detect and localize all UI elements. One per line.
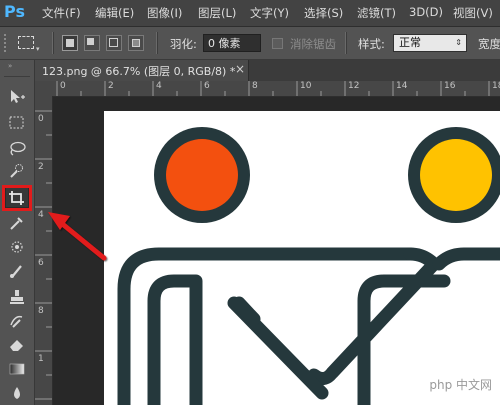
hruler-label: 12 xyxy=(348,81,360,91)
feather-label: 羽化: xyxy=(170,37,197,51)
horizontal-ruler-ticks xyxy=(56,81,490,96)
red-arrow-annotation xyxy=(48,212,107,261)
quick-select-icon xyxy=(10,164,23,178)
document-canvas[interactable]: php 中文网 xyxy=(104,111,500,405)
hruler-label: 4 xyxy=(156,81,162,91)
style-select[interactable]: 正常 ⇕ xyxy=(393,34,467,52)
options-separator xyxy=(156,32,158,54)
hruler-label: 14 xyxy=(396,81,408,91)
menu-edit[interactable]: 编辑(E) xyxy=(95,5,134,21)
menu-image[interactable]: 图像(I) xyxy=(147,5,182,21)
quick-select-tool[interactable] xyxy=(5,160,29,182)
menu-layer[interactable]: 图层(L) xyxy=(198,5,236,21)
menu-3d[interactable]: 3D(D) xyxy=(409,5,443,19)
right-head-fill xyxy=(420,139,492,211)
eyedropper-tool[interactable] xyxy=(5,212,29,234)
style-select-value: 正常 xyxy=(399,36,421,49)
feather-input[interactable]: 0 像素 xyxy=(203,34,261,52)
add-selection-icon[interactable] xyxy=(84,35,100,51)
blur-tool[interactable] xyxy=(5,382,29,404)
width-label: 宽度 xyxy=(478,37,500,51)
brush-tool[interactable] xyxy=(5,260,29,282)
stamp-icon xyxy=(10,290,24,304)
history-brush-tool[interactable] xyxy=(5,310,29,332)
toolbar-grip xyxy=(4,76,30,77)
subtract-selection-icon[interactable] xyxy=(106,35,122,51)
style-label: 样式: xyxy=(358,37,385,51)
document-tab-title: 123.png @ 66.7% (图层 0, RGB/8) * xyxy=(42,65,236,78)
vruler-label: 2 xyxy=(38,162,44,172)
options-grip-icon xyxy=(4,34,8,52)
menu-filter[interactable]: 滤镜(T) xyxy=(357,5,396,21)
eraser-tool[interactable] xyxy=(5,334,29,356)
antialias-label: 消除锯齿 xyxy=(290,37,336,51)
hruler-label: 2 xyxy=(108,81,114,91)
photoshop-logo: Ps xyxy=(4,2,25,21)
gradient-tool[interactable] xyxy=(5,358,29,380)
menu-select[interactable]: 选择(S) xyxy=(304,5,343,21)
antialias-checkbox[interactable] xyxy=(272,38,283,49)
hruler-label: 16 xyxy=(444,81,456,91)
hruler-label: 8 xyxy=(252,81,258,91)
left-head-fill xyxy=(166,139,238,211)
hruler-label: 18 xyxy=(492,81,500,91)
menu-type[interactable]: 文字(Y) xyxy=(250,5,289,21)
preset-dropdown-icon[interactable]: ▾ xyxy=(36,45,40,53)
eyedropper-icon xyxy=(10,217,23,230)
move-icon xyxy=(11,90,25,103)
toolbar-collapse-icon[interactable]: » xyxy=(8,62,13,70)
marquee-icon xyxy=(9,116,24,129)
crop-tool-highlight-box xyxy=(2,185,32,211)
menu-file[interactable]: 文件(F) xyxy=(42,5,81,21)
hruler-label: 10 xyxy=(300,81,312,91)
options-separator xyxy=(345,32,347,54)
healing-icon xyxy=(11,241,23,253)
watermark-text: php 中文网 xyxy=(429,378,492,392)
select-arrows-icon: ⇕ xyxy=(455,38,462,47)
ruler-origin[interactable] xyxy=(35,81,52,96)
healing-tool[interactable] xyxy=(5,236,29,258)
blur-icon xyxy=(14,387,20,399)
marquee-tool[interactable] xyxy=(5,112,29,134)
stamp-tool[interactable] xyxy=(5,286,29,308)
history-brush-icon xyxy=(10,315,23,328)
left-head xyxy=(154,127,250,223)
new-selection-icon[interactable] xyxy=(62,35,78,51)
brush-icon xyxy=(10,265,22,278)
right-head xyxy=(408,127,500,223)
left-body-inner xyxy=(147,274,203,405)
lasso-icon xyxy=(10,141,26,156)
close-tab-icon[interactable]: × xyxy=(235,62,245,76)
hruler-label: 6 xyxy=(204,81,210,91)
people-handshake-illustration xyxy=(117,127,500,405)
move-tool[interactable] xyxy=(5,86,29,108)
horizontal-ruler[interactable]: 0 2 4 6 8 10 12 14 16 18 xyxy=(52,81,500,97)
right-shoulder xyxy=(432,247,500,271)
left-arm xyxy=(307,247,441,385)
lasso-tool[interactable] xyxy=(5,138,29,160)
options-separator xyxy=(52,32,54,54)
gradient-icon xyxy=(9,363,25,375)
marquee-preset-icon[interactable] xyxy=(18,36,34,49)
menu-view[interactable]: 视图(V) xyxy=(453,5,493,21)
intersect-selection-icon[interactable] xyxy=(128,35,144,51)
vruler-label: 8 xyxy=(38,306,44,316)
vruler-label: 1 xyxy=(38,354,44,364)
hruler-label: 0 xyxy=(60,81,66,91)
vruler-label: 0 xyxy=(38,114,44,124)
eraser-icon xyxy=(10,340,23,351)
